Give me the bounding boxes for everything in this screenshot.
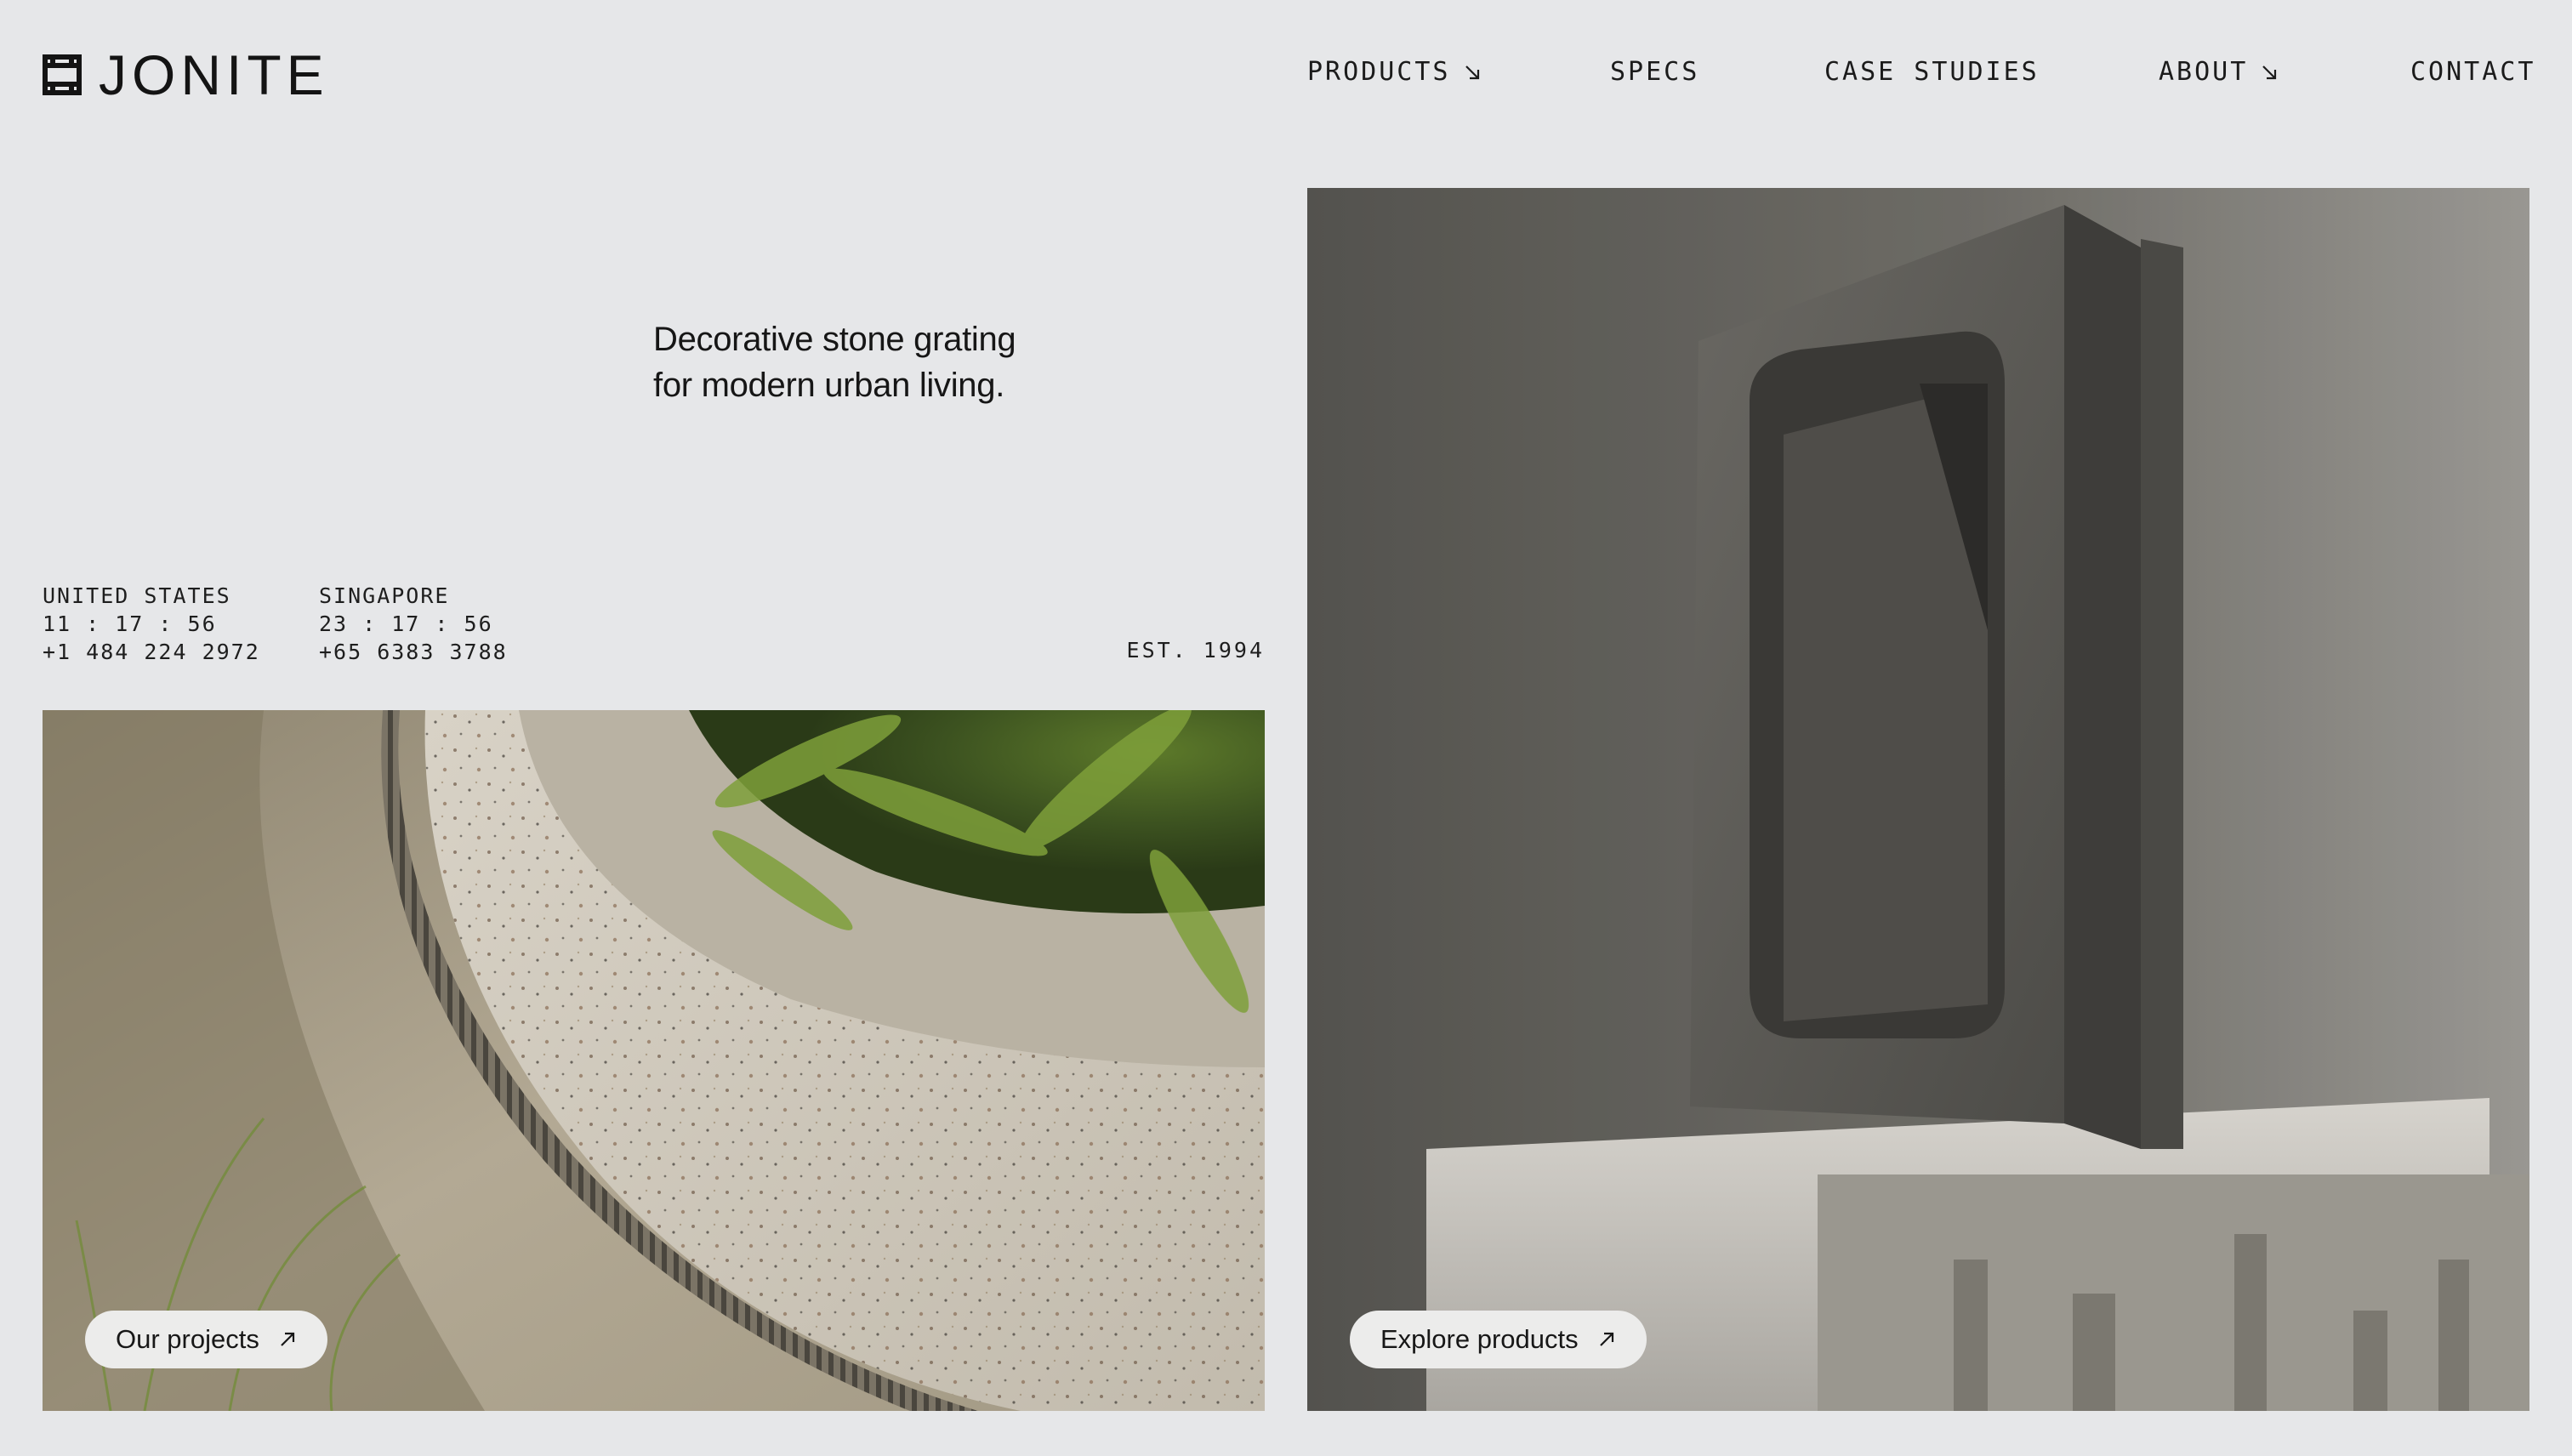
nav-case-studies-label: CASE STUDIES xyxy=(1824,57,2040,87)
hero-tagline-line: for modern urban living. xyxy=(653,367,1005,404)
nav-products-label: PRODUCTS xyxy=(1307,57,1451,87)
location-time: 11 : 17 : 56 xyxy=(43,611,217,636)
projects-image[interactable]: Our projects xyxy=(43,710,1265,1411)
location-phone[interactable]: +65 6383 3788 xyxy=(319,638,508,666)
nav-specs[interactable]: SPECS xyxy=(1610,60,1699,85)
arrow-up-right-icon xyxy=(281,1332,294,1346)
explore-products-label: Explore products xyxy=(1380,1324,1579,1354)
established-year: EST. 1994 xyxy=(1126,638,1265,663)
jonite-logo-icon xyxy=(43,54,82,95)
explore-products-button[interactable]: Explore products xyxy=(1350,1311,1647,1368)
location-singapore: SINGAPORE 23 : 17 : 56 +65 6383 3788 xyxy=(319,582,508,666)
products-image[interactable]: Explore products xyxy=(1307,188,2529,1411)
jonite-logo[interactable]: JONITE xyxy=(43,47,329,103)
location-phone[interactable]: +1 484 224 2972 xyxy=(43,638,260,666)
arrow-down-right-icon xyxy=(2262,65,2277,80)
hero-tagline: Decorative stone grating for modern urba… xyxy=(653,316,1130,408)
location-country: UNITED STATES xyxy=(43,583,231,608)
stone-grate-block-photo xyxy=(1307,188,2529,1411)
location-time: 23 : 17 : 56 xyxy=(319,611,493,636)
arrow-down-right-icon xyxy=(1465,65,1479,80)
nav-contact[interactable]: CONTACT xyxy=(2410,60,2535,85)
nav-about-label: ABOUT xyxy=(2159,57,2249,87)
hero-tagline-line: Decorative stone grating xyxy=(653,321,1016,358)
nav-about[interactable]: ABOUT xyxy=(2159,60,2279,85)
our-projects-button[interactable]: Our projects xyxy=(85,1311,327,1368)
brand-name: JONITE xyxy=(99,43,329,106)
arrow-up-right-icon xyxy=(1599,1332,1613,1346)
terrazzo-planter-photo xyxy=(43,710,1265,1411)
nav-specs-label: SPECS xyxy=(1610,57,1700,87)
our-projects-label: Our projects xyxy=(116,1324,259,1354)
nav-products[interactable]: PRODUCTS xyxy=(1307,60,1482,85)
location-country: SINGAPORE xyxy=(319,583,450,608)
nav-contact-label: CONTACT xyxy=(2410,57,2536,87)
location-united-states: UNITED STATES 11 : 17 : 56 +1 484 224 29… xyxy=(43,582,260,666)
nav-case-studies[interactable]: CASE STUDIES xyxy=(1824,60,2040,85)
